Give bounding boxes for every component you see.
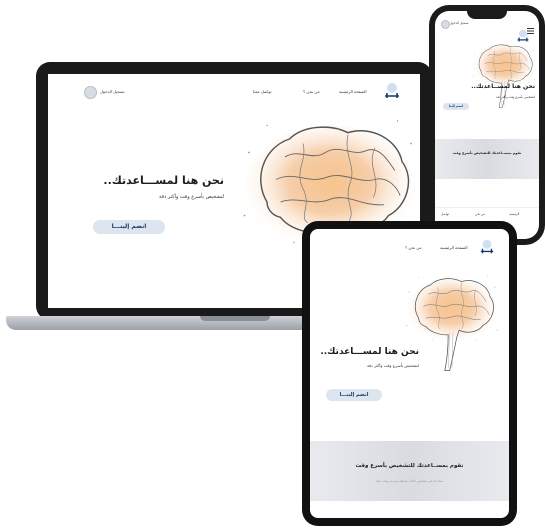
hero-title: نحن هنا لمســـاعدتك.. [320,347,419,357]
join-button[interactable]: انضم إلينا [443,103,469,110]
bottom-nav-home[interactable]: الرئيسية [509,212,519,216]
logo-icon[interactable] [382,82,402,100]
laptop-notch [200,316,270,321]
info-band [310,441,509,501]
hero-subtitle: لتشخيص بأسرع وقت وأكثر دقة [158,194,224,200]
section-title: نقوم بمســاعدتك للتشخيص بأسرع وقت [452,151,522,155]
user-avatar-icon[interactable] [84,86,97,99]
login-link[interactable]: تسجيل الدخول [100,89,125,94]
nav-about[interactable]: من نحن ؟ [303,89,320,94]
phone-notch [467,11,507,19]
info-band [435,139,539,179]
hero-title: نحن هنا لمســـاعدتك.. [103,174,224,187]
brain-illustration [398,273,506,373]
join-button[interactable]: انضم إلينـــا [326,389,382,401]
join-button[interactable]: انضم إلينـــا [93,220,165,234]
bottom-nav-about[interactable]: من نحن [475,212,485,216]
nav-about[interactable]: من نحن ؟ [405,245,422,250]
hero-title: نحن هنا لمســاعدتك.. [471,83,535,90]
nav-home[interactable]: الصفحة الرئيسية [440,245,468,250]
logo-icon[interactable] [478,239,496,255]
hamburger-menu-icon[interactable] [527,19,534,34]
bottom-nav-contact[interactable]: تواصل [441,212,449,216]
section-title: نقوم بمســاعدتك للتشخيص بأسرع وقت [355,463,464,469]
nav-home[interactable]: الصفحة الرئيسية [339,89,367,94]
hero-subtitle: لتشخيص بأسرع وقت وأكثر دقة [495,95,535,99]
nav-contact[interactable]: تواصل معنا [253,89,272,94]
divider [435,207,539,208]
tablet-screen: من نحن ؟ الصفحة الرئيسية نحن هنا لمســـا… [310,229,509,518]
phone-screen: تسجيل الدخول نحن هنا لمســاعدتك.. لتشخيص… [435,11,539,239]
hero-subtitle: لتشخيص بأسرع وقت وأكثر دقة [366,363,419,368]
user-avatar-icon[interactable] [441,20,450,29]
login-link[interactable]: تسجيل الدخول [450,21,469,25]
section-text: نساعدك في تشخيص حالات مختلفة بسرعة ودقة … [375,479,444,483]
